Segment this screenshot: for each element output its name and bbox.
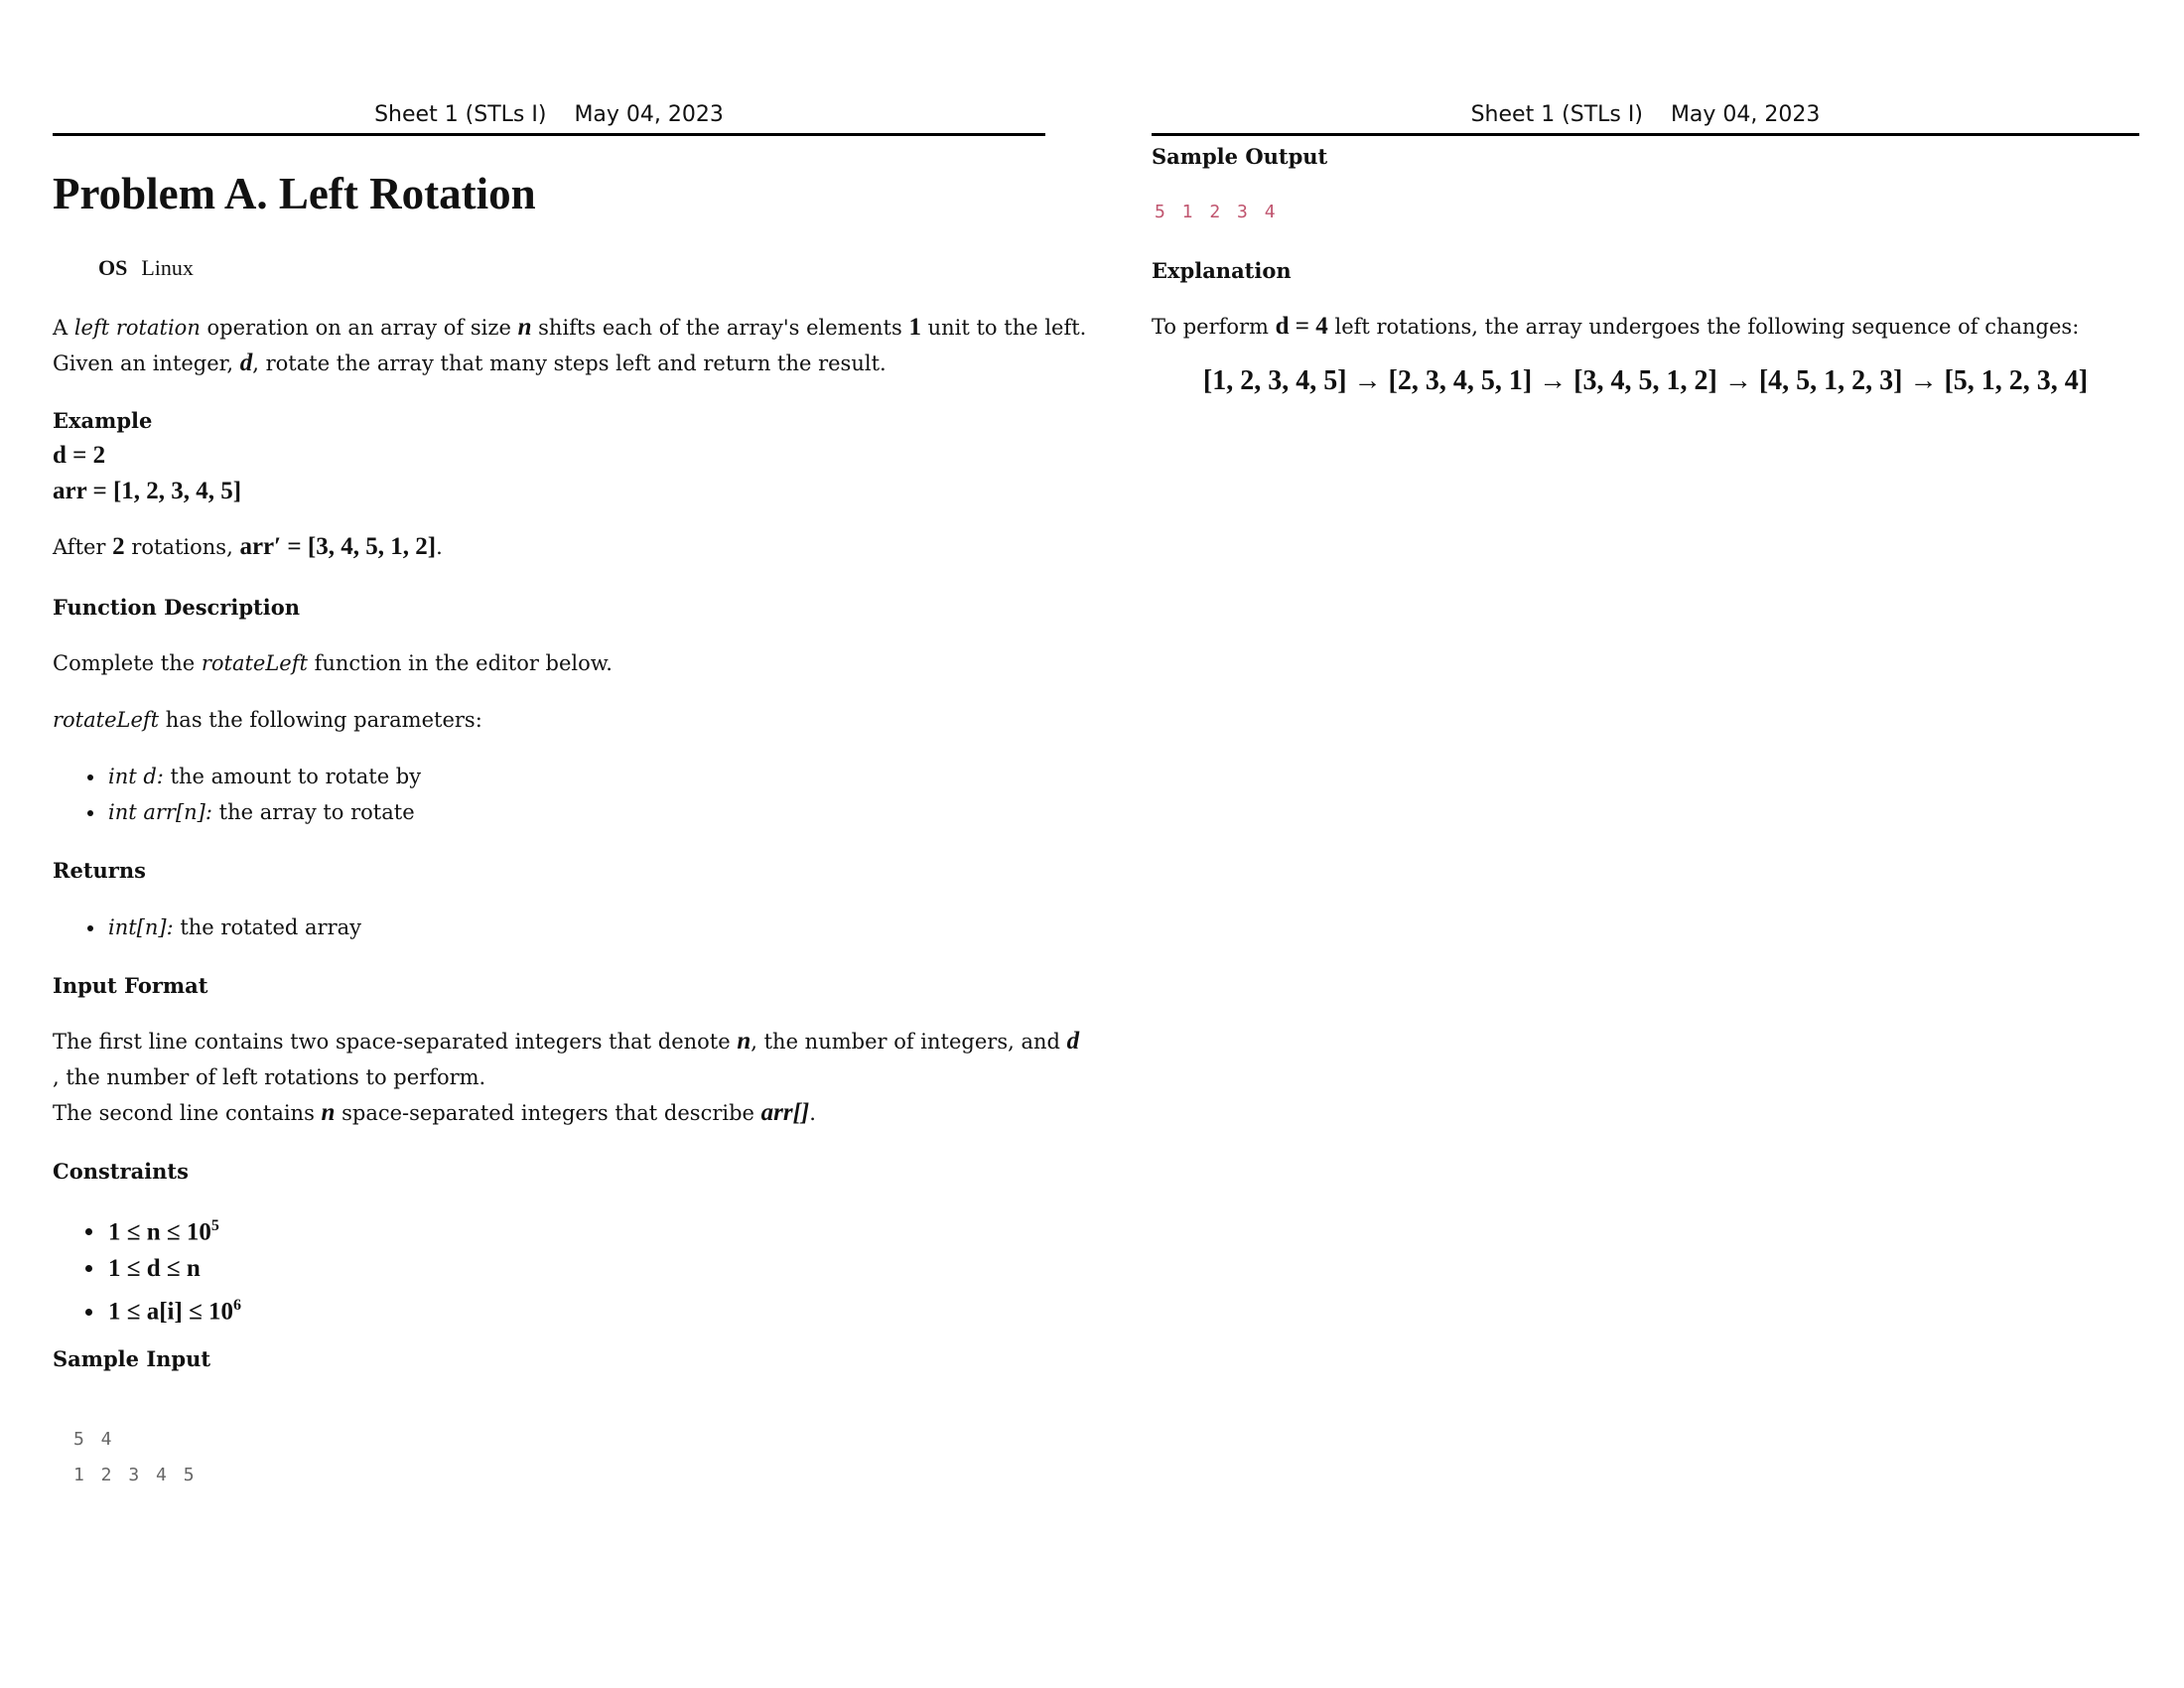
intro-paragraph-line1: A left rotation operation on an array of… <box>53 314 1087 341</box>
input-format-heading: Input Format <box>53 973 208 998</box>
sample-output-heading: Sample Output <box>1152 144 1328 169</box>
os-label: OS <box>98 255 128 280</box>
example-heading: Example <box>53 408 153 433</box>
input-format-line2: , the number of left rotations to perfor… <box>53 1065 486 1089</box>
os-line: OS Linux <box>98 255 194 281</box>
parameter-item: int d: the amount to rotate by <box>106 759 421 794</box>
sample-output-line1: 5 1 2 3 4 <box>1155 202 1279 222</box>
sample-input-line1: 5 4 <box>73 1429 115 1450</box>
input-format-line1: The first line contains two space-separa… <box>53 1028 1080 1055</box>
header-sheet: Sheet 1 (STLs I) <box>1470 102 1643 127</box>
running-header: Sheet 1 (STLs I) May 04, 2023 <box>53 97 1045 136</box>
explanation-text: To perform d = 4 left rotations, the arr… <box>1152 313 2080 340</box>
returns-item: int[n]: the rotated array <box>106 910 361 945</box>
intro-paragraph-line2: Given an integer, d, rotate the array th… <box>53 350 887 376</box>
os-value: Linux <box>141 255 194 280</box>
returns-heading: Returns <box>53 858 146 883</box>
parameter-item: int arr[n]: the array to rotate <box>106 794 421 830</box>
constraints-heading: Constraints <box>53 1159 189 1184</box>
parameter-list: int d: the amount to rotate by int arr[n… <box>53 759 421 830</box>
constraints-list: 1 ≤ n ≤ 105 1 ≤ d ≤ n 1 ≤ a[i] ≤ 106 <box>53 1207 241 1331</box>
example-d: d = 2 <box>53 442 106 469</box>
constraint-item: 1 ≤ n ≤ 105 <box>106 1207 241 1250</box>
sample-input-heading: Sample Input <box>53 1346 211 1371</box>
example-after: After 2 rotations, arr′ = [3, 4, 5, 1, 2… <box>53 533 443 560</box>
constraint-item: 1 ≤ d ≤ n <box>106 1250 241 1287</box>
sample-input-line2: 1 2 3 4 5 <box>73 1465 198 1485</box>
function-description-heading: Function Description <box>53 595 300 620</box>
running-header: Sheet 1 (STLs I) May 04, 2023 <box>1152 97 2139 136</box>
function-description-line2: rotateLeft has the following parameters: <box>53 708 482 732</box>
header-date: May 04, 2023 <box>1670 102 1821 127</box>
right-page: Sheet 1 (STLs I) May 04, 2023 Sample Outp… <box>1152 0 2139 1688</box>
input-format-line3: The second line contains n space-separat… <box>53 1099 816 1126</box>
rotation-sequence: [1, 2, 3, 4, 5] → [2, 3, 4, 5, 1] → [3, … <box>1202 365 2089 396</box>
example-arr: arr = [1, 2, 3, 4, 5] <box>53 478 242 504</box>
header-date: May 04, 2023 <box>574 102 724 127</box>
header-sheet: Sheet 1 (STLs I) <box>374 102 547 127</box>
explanation-heading: Explanation <box>1152 258 1292 283</box>
returns-list: int[n]: the rotated array <box>53 910 361 945</box>
function-description-line1: Complete the rotateLeft function in the … <box>53 651 613 675</box>
constraint-item: 1 ≤ a[i] ≤ 106 <box>106 1287 241 1330</box>
problem-title: Problem A. Left Rotation <box>53 169 536 218</box>
left-page: Sheet 1 (STLs I) May 04, 2023 Problem A. … <box>53 0 1086 1688</box>
